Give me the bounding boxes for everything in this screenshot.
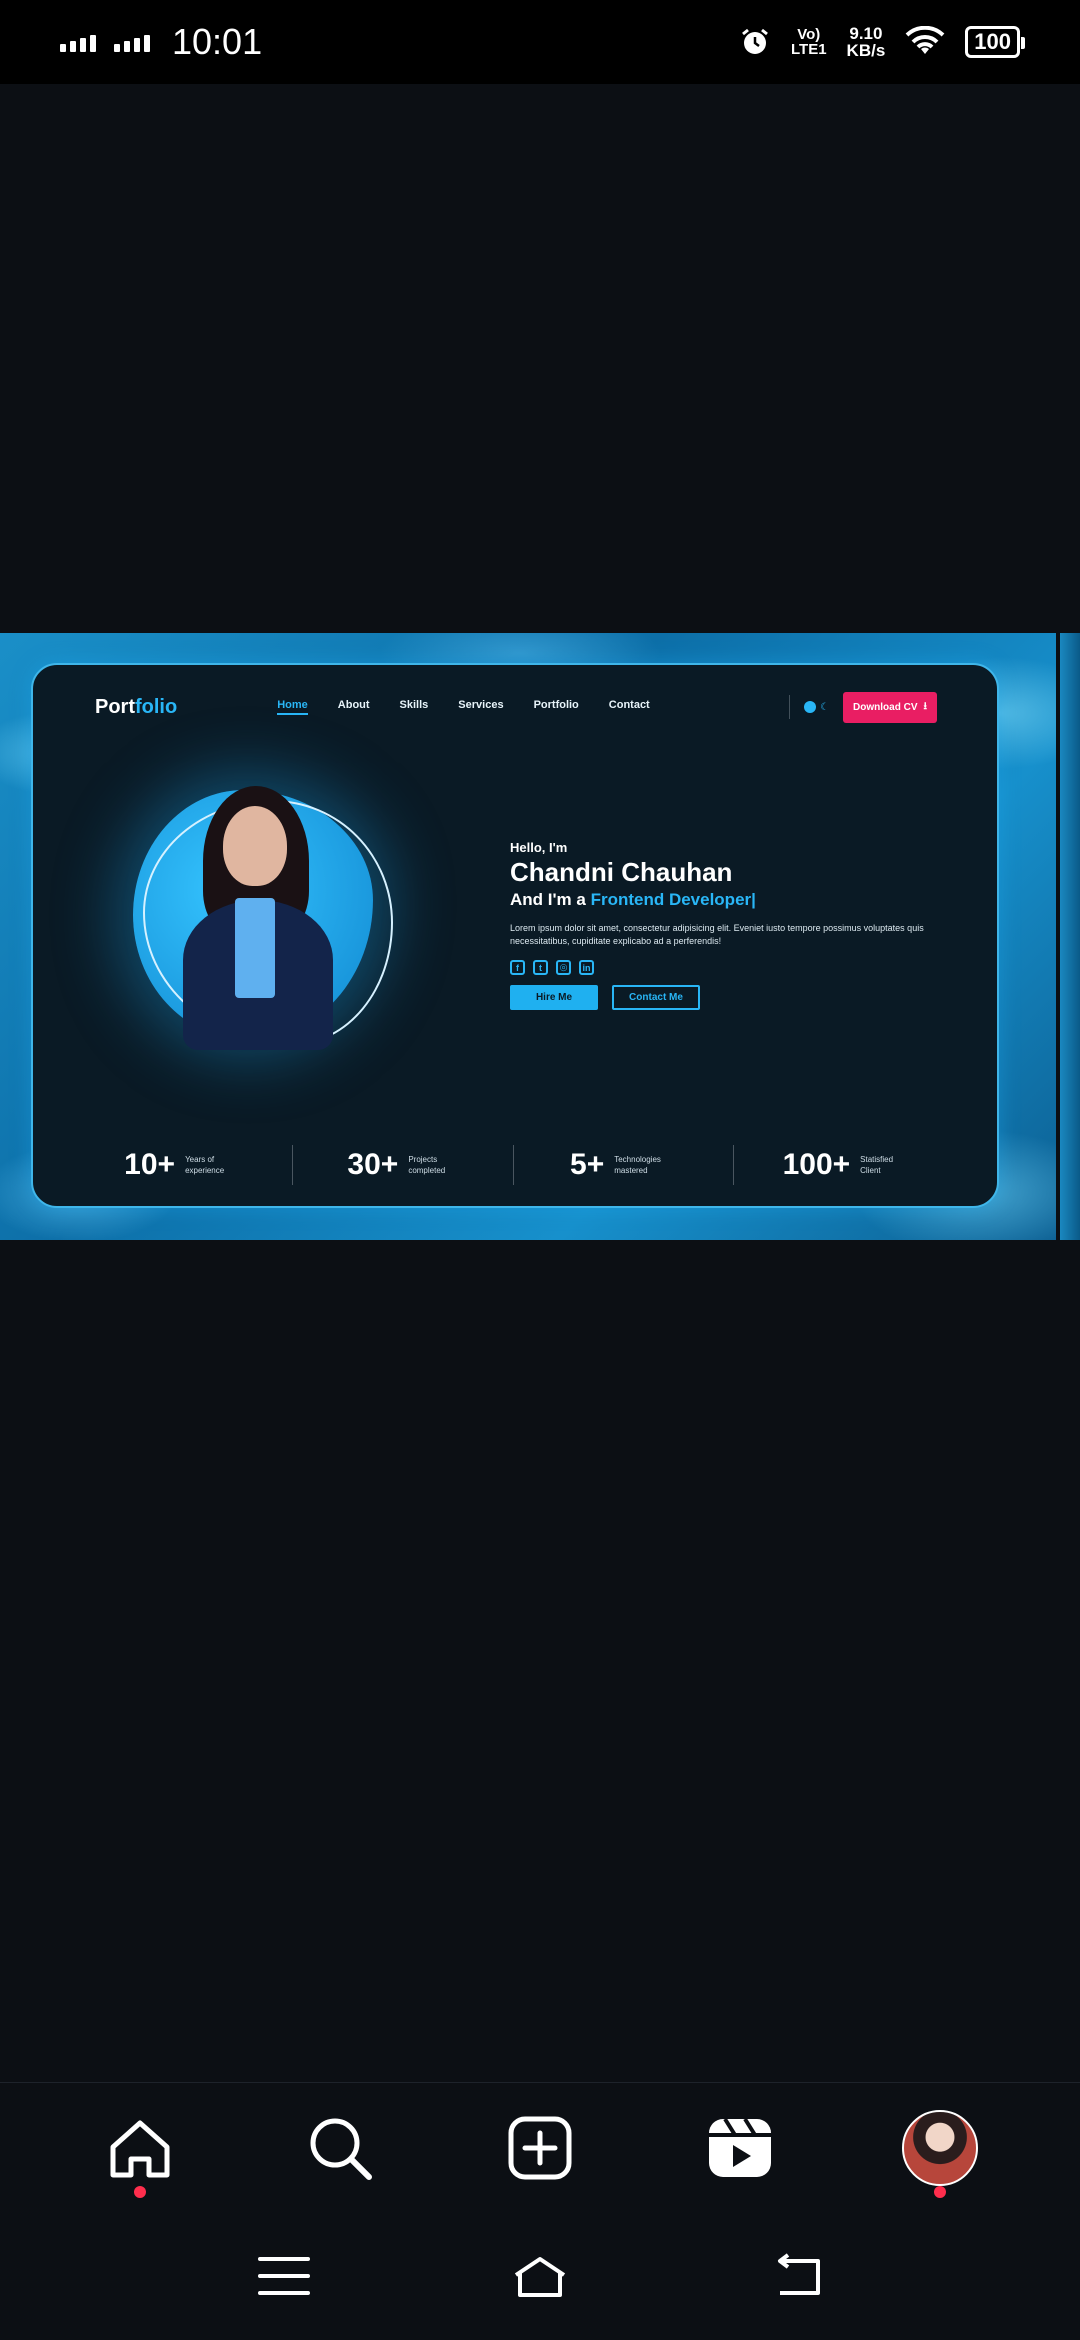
create-icon bbox=[508, 2116, 572, 2179]
woman-photo bbox=[183, 780, 343, 1050]
home-icon[interactable] bbox=[512, 2253, 568, 2299]
portfolio-card: Portfolio Home About Skills Services Por… bbox=[31, 663, 999, 1208]
stat-item: 5+ Technologies mastered bbox=[514, 1145, 734, 1185]
hero-text: Hello, I'm Chandni Chauhan And I'm a Fro… bbox=[510, 840, 940, 1010]
next-post-edge[interactable] bbox=[1060, 633, 1080, 1240]
status-bar: 10:01 Vo) LTE1 9.10 KB/s 100 bbox=[0, 0, 1080, 84]
download-cv-button: Download CV ⭳ bbox=[843, 691, 937, 723]
stat-item: 10+ Years of experience bbox=[73, 1145, 294, 1185]
network-speed: 9.10 KB/s bbox=[846, 24, 886, 60]
profile-portrait bbox=[103, 770, 403, 1070]
theme-toggle: ☾ bbox=[804, 701, 829, 713]
nav-link-contact: Contact bbox=[608, 699, 650, 711]
facebook-icon: f bbox=[510, 960, 525, 975]
hero-greeting: Hello, I'm bbox=[510, 840, 568, 855]
hire-me-button: Hire Me bbox=[510, 985, 598, 1010]
post-image[interactable]: Portfolio Home About Skills Services Por… bbox=[0, 633, 1056, 1240]
notification-dot bbox=[134, 2185, 146, 2198]
portfolio-navbar: Portfolio Home About Skills Services Por… bbox=[95, 685, 937, 729]
bottom-navigation bbox=[0, 2082, 1080, 2212]
home-icon bbox=[110, 2120, 170, 2177]
stats-row: 10+ Years of experience 30+ Projects compl… bbox=[73, 1145, 953, 1185]
wifi-icon bbox=[905, 26, 945, 54]
stat-item: 100+ Statisfied Client bbox=[782, 1148, 894, 1181]
back-icon[interactable] bbox=[768, 2253, 824, 2299]
nav-profile[interactable] bbox=[900, 2108, 980, 2198]
profile-avatar bbox=[902, 2109, 978, 2186]
notification-dot bbox=[934, 2185, 946, 2198]
nav-link-services: Services bbox=[458, 699, 504, 711]
twitter-icon: t bbox=[533, 960, 548, 975]
system-navigation bbox=[0, 2212, 1080, 2340]
menu-icon[interactable] bbox=[256, 2253, 312, 2299]
nav-create[interactable] bbox=[500, 2108, 580, 2188]
search-icon bbox=[310, 2118, 372, 2180]
nav-link-about: About bbox=[337, 699, 370, 711]
nav-link-skills: Skills bbox=[399, 699, 429, 711]
nav-search[interactable] bbox=[300, 2108, 380, 2188]
linkedin-icon: in bbox=[579, 960, 594, 975]
nav-link-portfolio: Portfolio bbox=[533, 699, 579, 711]
network-type: Vo) LTE1 bbox=[790, 26, 827, 58]
alarm-icon bbox=[742, 28, 768, 54]
nav-home[interactable] bbox=[100, 2108, 180, 2198]
nav-reels[interactable] bbox=[700, 2108, 780, 2188]
nav-divider bbox=[789, 695, 791, 719]
hero-name: Chandni Chauhan bbox=[510, 857, 733, 887]
stat-item: 30+ Projects completed bbox=[293, 1145, 514, 1185]
download-icon: ⭳ bbox=[923, 700, 928, 712]
social-links: f t ◎ in bbox=[510, 960, 940, 975]
nav-link-home: Home bbox=[277, 699, 308, 715]
contact-me-button: Contact Me bbox=[612, 985, 700, 1010]
clock: 10:01 bbox=[172, 21, 263, 62]
hero-description: Lorem ipsum dolor sit amet, consectetur … bbox=[510, 923, 924, 946]
battery-indicator: 100 bbox=[965, 26, 1025, 58]
signal-icon bbox=[114, 32, 150, 52]
portfolio-nav-links: Home About Skills Services Portfolio Con… bbox=[277, 699, 650, 715]
instagram-icon: ◎ bbox=[556, 960, 571, 975]
portfolio-logo: Portfolio bbox=[95, 695, 178, 718]
reels-icon bbox=[709, 2117, 771, 2177]
signal-icon bbox=[60, 32, 96, 52]
hero-role: And I'm a Frontend Developer| bbox=[510, 890, 756, 909]
